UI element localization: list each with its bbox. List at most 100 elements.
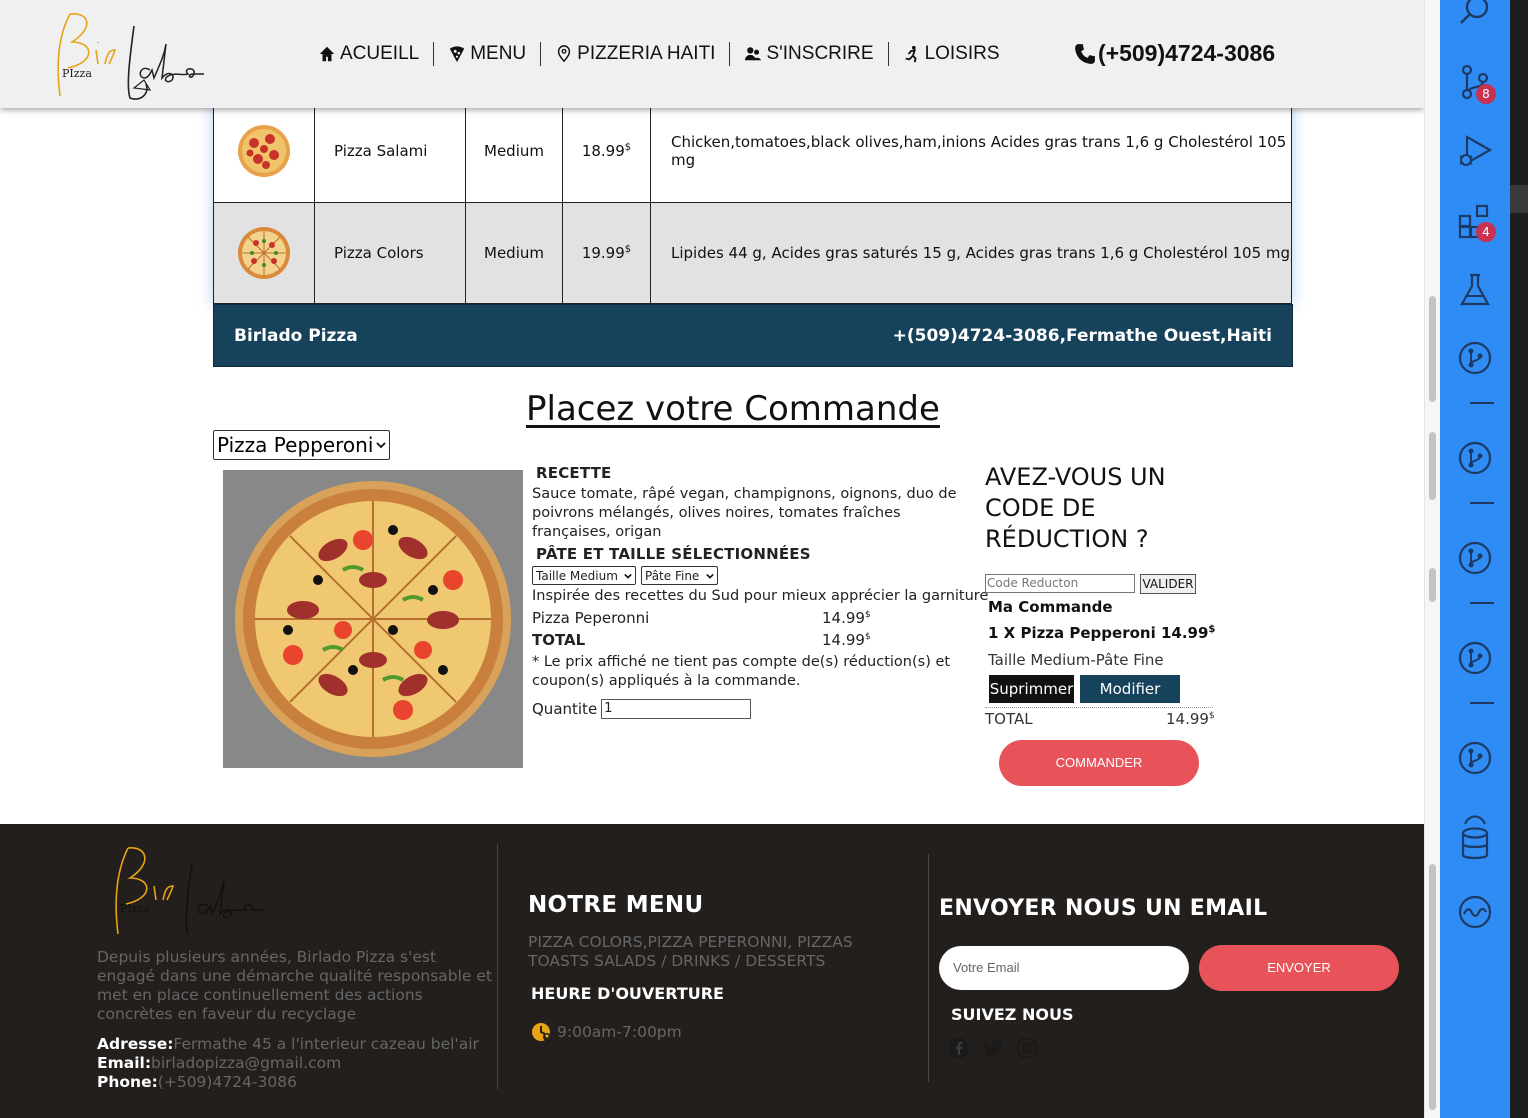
footer-address: Adresse:Fermathe 45 a l'interieur cazeau… [97, 1035, 479, 1054]
nav-pizzeria-haiti[interactable]: PIZZERIA HAITI [541, 43, 729, 65]
phone-icon [1075, 43, 1095, 64]
item-price: 14.99$ [822, 609, 871, 627]
price-value: 19.99 [581, 244, 625, 262]
chevron-down-icon [376, 442, 386, 449]
pizza-size: Medium [465, 98, 563, 203]
pizza-description: Chicken,tomatoes,black olives,ham,inions… [650, 98, 1292, 203]
git-graph-icon[interactable] [1457, 340, 1493, 376]
pizza-size: Medium [465, 202, 563, 304]
footer-logo[interactable]: PIzza [108, 842, 283, 942]
nav-menu[interactable]: MENU [434, 43, 540, 65]
birlado-logo[interactable]: PIzza [50, 6, 230, 102]
testing-icon[interactable] [1457, 272, 1493, 308]
source-control-badge: 8 [1476, 84, 1496, 104]
pizza-select[interactable]: Pizza Pepperoni [213, 430, 390, 460]
main-nav: ACUEILL MENU PIZZERIA HAITI S'INSCRIRE L… [318, 42, 1014, 66]
facebook-icon[interactable] [948, 1037, 970, 1059]
my-order-heading: Ma Commande [988, 598, 1113, 616]
site-header: PIzza ACUEILL MENU PIZZERIA HAITI S'INSC… [0, 2, 1424, 108]
phone-label: Phone: [97, 1073, 158, 1091]
header-phone[interactable]: (+509)4724-3086 [1074, 40, 1275, 67]
activity-separator [1470, 402, 1494, 404]
footer-email: Email:birladopizza@gmail.com [97, 1054, 479, 1073]
promo-title: AVEZ-VOUS UN CODE DE RÉDUCTION ? [985, 463, 1166, 553]
database-icon[interactable] [1457, 826, 1493, 862]
inspired-text: Inspirée des recettes du Sud pour mieux … [532, 588, 989, 604]
address-value: Fermathe 45 a l'interieur cazeau bel'air [173, 1035, 479, 1053]
git-graph-icon[interactable] [1457, 440, 1493, 476]
size-select[interactable]: Taille Medium [532, 566, 636, 585]
pizza-name: Pizza Salami [314, 98, 466, 203]
order-detail: Taille Medium-Pâte Fine [988, 651, 1164, 669]
footer-phone: Phone:(+509)4724-3086 [97, 1073, 479, 1092]
price-value: 18.99 [581, 141, 625, 160]
site-footer: PIzza Depuis plusieurs années, Birlado P… [0, 824, 1424, 1118]
web-page: PIzza ACUEILL MENU PIZZERIA HAITI S'INSC… [0, 0, 1424, 1118]
pizza-description: Lipides 44 g, Acides gras saturés 15 g, … [650, 202, 1292, 304]
nav-label: PIZZERIA HAITI [577, 43, 716, 64]
dough-select[interactable]: Pâte Fine [641, 566, 718, 585]
quantity-input[interactable]: 1 [601, 699, 752, 719]
email-value[interactable]: birladopizza@gmail.com [151, 1054, 341, 1072]
currency: $ [624, 244, 632, 255]
instagram-icon[interactable] [1016, 1037, 1038, 1059]
newsletter-heading: ENVOYER NOUS UN EMAIL [939, 896, 1268, 921]
dough-select-value: Pâte Fine [645, 568, 700, 583]
table-row[interactable]: Pizza Salami Medium 18.99$ Chicken,tomat… [213, 98, 1292, 203]
pizza-price: 19.99$ [562, 202, 651, 304]
newsletter-send-button[interactable]: ENVOYER [1199, 945, 1399, 991]
nav-label: ACUEILL [340, 43, 420, 64]
activity-separator [1470, 702, 1494, 704]
twitter-icon[interactable] [982, 1037, 1004, 1059]
footer-divider [928, 854, 929, 1082]
wave-icon[interactable] [1457, 894, 1493, 930]
scroll-thumb[interactable] [1429, 568, 1436, 602]
git-graph-icon[interactable] [1457, 540, 1493, 576]
promo-panel: AVEZ-VOUS UN CODE DE RÉDUCTION ? Code Re… [985, 462, 1225, 728]
size-heading: PÂTE ET TAILLE SÉLECTIONNÉES [536, 545, 811, 563]
newsletter-email-input[interactable]: Votre Email [939, 946, 1189, 990]
nav-accueil[interactable]: ACUEILL [318, 43, 433, 65]
nav-label: LOISIRS [924, 43, 1000, 64]
scroll-thumb[interactable] [1429, 432, 1436, 500]
order-line: 1 X Pizza Pepperoni 14.99$ [988, 624, 1215, 642]
scroll-thumb[interactable] [1429, 296, 1436, 402]
recipe-panel: RECETTE Sauce tomate, râpé vegan, champi… [532, 464, 989, 719]
pizza-thumbnail-cell [213, 202, 315, 304]
validate-button[interactable]: VALIDER [1140, 574, 1196, 594]
order-title: Placez votre Commande [526, 389, 940, 429]
nav-sinscrire[interactable]: S'INSCRIRE [730, 43, 887, 65]
currency: $ [1208, 624, 1216, 635]
run-debug-icon[interactable] [1457, 134, 1493, 170]
currency: $ [864, 610, 871, 620]
phone-number: (+509)4724-3086 [1098, 40, 1276, 66]
home-icon [319, 46, 335, 62]
currency: $ [864, 632, 871, 642]
users-icon [745, 47, 762, 61]
divider [985, 707, 1213, 708]
table-footer-bar: Birlado Pizza +(509)4724-3086,Fermathe O… [213, 304, 1293, 367]
git-graph-icon[interactable] [1457, 740, 1493, 776]
size-select-value: Taille Medium [536, 568, 618, 583]
editor-edge [1510, 0, 1528, 1118]
arc-icon [1464, 815, 1486, 825]
nav-loisirs[interactable]: LOISIRS [889, 43, 1014, 65]
scroll-thumb[interactable] [1429, 864, 1436, 1110]
pizza-thumbnail-cell [213, 98, 315, 203]
opening-hours: 9:00am-7:00pm [531, 1021, 682, 1043]
email-label: Email: [97, 1054, 152, 1072]
order-button[interactable]: COMMANDER [999, 740, 1199, 786]
map-pin-icon [558, 45, 571, 63]
delete-button[interactable]: Suprimmer [989, 675, 1074, 703]
pizza-select-value: Pizza Pepperoni [217, 433, 374, 457]
footer-menu-heading: NOTRE MENU [528, 892, 704, 918]
table-row[interactable]: Pizza Colors Medium 19.99$ Lipides 44 g,… [213, 202, 1292, 304]
cart-total-value: 14.99$ [1166, 710, 1215, 728]
item-label: Pizza Peperonni [532, 609, 650, 627]
promo-code-input[interactable]: Code Reducton [985, 574, 1135, 593]
chevron-down-icon [706, 573, 714, 579]
git-graph-icon[interactable] [1457, 640, 1493, 676]
page-scrollbar[interactable] [1424, 0, 1440, 1118]
search-icon[interactable] [1457, 0, 1493, 30]
modify-button[interactable]: Modifier [1080, 675, 1180, 703]
